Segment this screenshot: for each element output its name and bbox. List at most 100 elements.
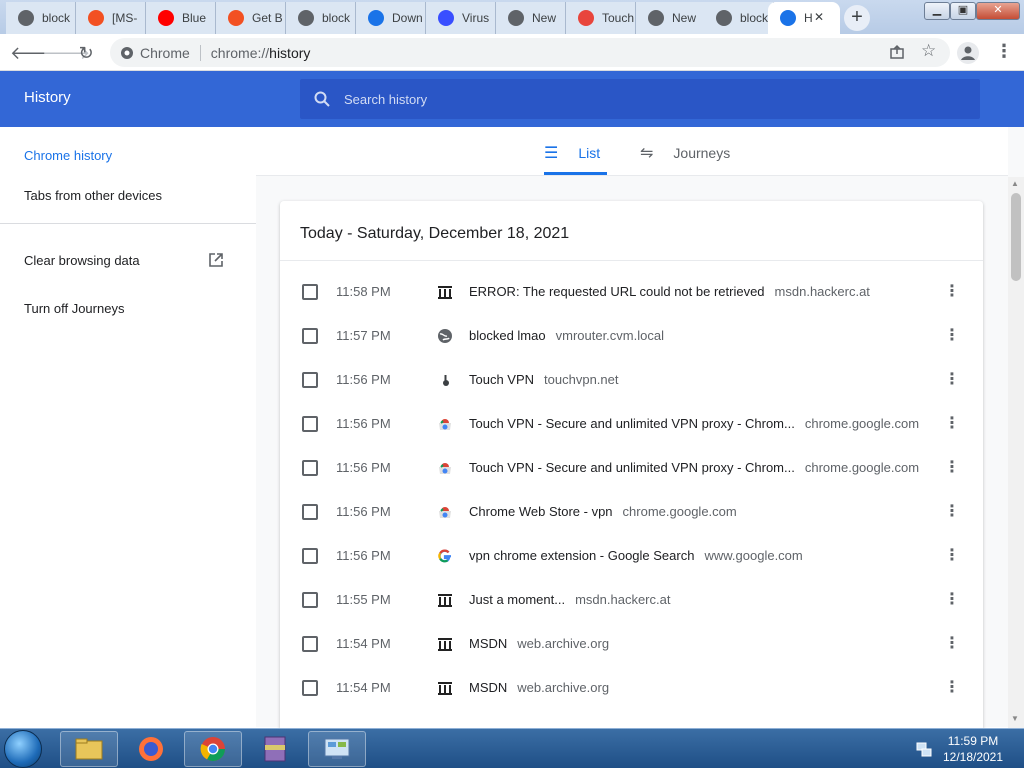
- share-icon[interactable]: [889, 44, 905, 60]
- bookmark-star-icon[interactable]: ☆: [921, 41, 936, 61]
- entry-time: 11:55 PM: [336, 592, 391, 607]
- entry-title-link[interactable]: Chrome Web Store - vpn chrome.google.com: [469, 504, 737, 519]
- taskbar-firefox[interactable]: [122, 731, 180, 767]
- entry-title-link[interactable]: Touch VPN - Secure and unlimited VPN pro…: [469, 416, 919, 431]
- taskbar-chrome[interactable]: [184, 731, 242, 767]
- open-external-icon[interactable]: [208, 252, 224, 268]
- entry-menu-icon[interactable]: ⋮: [944, 676, 960, 700]
- forward-button[interactable]: 🡒: [42, 41, 90, 65]
- browser-tab[interactable]: New: [496, 2, 566, 34]
- taskbar-control-panel[interactable]: [308, 731, 366, 767]
- start-button[interactable]: [4, 730, 42, 768]
- sidebar-item-tabs-other-devices[interactable]: Tabs from other devices: [24, 188, 162, 203]
- close-tab-icon[interactable]: ✕: [814, 10, 824, 24]
- taskbar-winrar[interactable]: [246, 731, 304, 767]
- entry-checkbox[interactable]: [302, 592, 318, 608]
- winrar-icon: [264, 736, 286, 762]
- entry-title-link[interactable]: ERROR: The requested URL could not be re…: [469, 284, 870, 299]
- scroll-up-arrow[interactable]: ▲: [1011, 179, 1019, 188]
- url-text: chrome://history: [211, 45, 311, 61]
- profile-avatar-icon[interactable]: [957, 42, 979, 64]
- tab-journeys-label: Journeys: [673, 145, 731, 161]
- history-header: History: [0, 71, 1024, 127]
- entry-title-link[interactable]: Touch VPN touchvpn.net: [469, 372, 619, 387]
- browser-tab[interactable]: New: [636, 2, 706, 34]
- history-entry-row[interactable]: 11:58 PM ERROR: The requested URL could n…: [280, 270, 983, 314]
- browser-tab[interactable]: Down: [356, 2, 426, 34]
- back-button[interactable]: 🡐: [10, 41, 58, 65]
- minimize-button[interactable]: ▁: [924, 2, 950, 20]
- entry-menu-icon[interactable]: ⋮: [944, 456, 960, 480]
- browser-tab[interactable]: block: [704, 2, 774, 34]
- entry-title: MSDN: [469, 680, 508, 695]
- entry-checkbox[interactable]: [302, 284, 318, 300]
- entry-menu-icon[interactable]: ⋮: [944, 324, 960, 348]
- sidebar-item-turn-off-journeys[interactable]: Turn off Journeys: [24, 301, 124, 316]
- browser-tab[interactable]: block: [6, 2, 76, 34]
- entry-menu-icon[interactable]: ⋮: [944, 588, 960, 612]
- history-entry-row[interactable]: 11:54 PM MSDN web.archive.org ⋮: [280, 666, 983, 710]
- history-entry-row[interactable]: 11:56 PM Touch VPN - Secure and unlimited…: [280, 446, 983, 490]
- browser-tab[interactable]: [MS-: [76, 2, 146, 34]
- browser-tab[interactable]: block: [286, 2, 356, 34]
- scroll-thumb[interactable]: [1011, 193, 1021, 281]
- entry-checkbox[interactable]: [302, 460, 318, 476]
- sidebar-item-chrome-history[interactable]: Chrome history: [24, 148, 112, 163]
- entry-title-link[interactable]: Just a moment... msdn.hackerc.at: [469, 592, 670, 607]
- browser-tab-label: block: [740, 11, 769, 25]
- archive-icon: [437, 680, 453, 696]
- firefox-icon: [139, 737, 163, 761]
- entry-title-link[interactable]: MSDN web.archive.org: [469, 680, 609, 695]
- entry-menu-icon[interactable]: ⋮: [944, 368, 960, 392]
- entry-menu-icon[interactable]: ⋮: [944, 280, 960, 304]
- new-tab-button[interactable]: +: [844, 5, 870, 31]
- entry-title-link[interactable]: blocked lmao vmrouter.cvm.local: [469, 328, 664, 343]
- entry-title-link[interactable]: MSDN web.archive.org: [469, 636, 609, 651]
- browser-tab[interactable]: Blue: [146, 2, 216, 34]
- browser-tab[interactable]: Touch: [566, 2, 636, 34]
- entry-checkbox[interactable]: [302, 548, 318, 564]
- page-scrollbar[interactable]: ▲ ▼: [1008, 177, 1024, 728]
- search-box[interactable]: [300, 79, 980, 119]
- network-icon[interactable]: [916, 741, 932, 757]
- browser-tab[interactable]: H ✕: [768, 2, 840, 34]
- menu-kebab-icon[interactable]: ⋮: [995, 41, 1013, 62]
- entry-menu-icon[interactable]: ⋮: [944, 412, 960, 436]
- entry-menu-icon[interactable]: ⋮: [944, 544, 960, 568]
- search-input[interactable]: [344, 91, 904, 107]
- history-entry-row[interactable]: 11:54 PM MSDN web.archive.org ⋮: [280, 622, 983, 666]
- sidebar: Chrome history Tabs from other devices C…: [0, 127, 256, 727]
- entry-menu-icon[interactable]: ⋮: [944, 500, 960, 524]
- entry-checkbox[interactable]: [302, 504, 318, 520]
- address-bar[interactable]: Chrome chrome://history: [110, 38, 950, 67]
- entry-title-link[interactable]: Touch VPN - Secure and unlimited VPN pro…: [469, 460, 919, 475]
- entry-checkbox[interactable]: [302, 636, 318, 652]
- tab-journeys[interactable]: ⇋ Journeys: [640, 143, 730, 163]
- entry-menu-icon[interactable]: ⋮: [944, 632, 960, 656]
- history-entry-row[interactable]: 11:56 PM Touch VPN touchvpn.net ⋮: [280, 358, 983, 402]
- browser-tab[interactable]: Get B: [216, 2, 286, 34]
- youtube-icon: [158, 10, 174, 26]
- system-clock[interactable]: 11:59 PM 12/18/2021: [940, 733, 1006, 765]
- window-close-button[interactable]: ✕: [976, 2, 1020, 20]
- tab-list[interactable]: ☰ List: [544, 143, 600, 163]
- entry-checkbox[interactable]: [302, 372, 318, 388]
- entry-time: 11:54 PM: [336, 680, 391, 695]
- browser-tab[interactable]: Virus: [426, 2, 496, 34]
- entry-title-link[interactable]: vpn chrome extension - Google Search www.…: [469, 548, 803, 563]
- history-entry-row[interactable]: 11:57 PM blocked lmao vmrouter.cvm.local ⋮: [280, 314, 983, 358]
- chrome-icon: [508, 10, 524, 26]
- entry-checkbox[interactable]: [302, 416, 318, 432]
- history-entry-row[interactable]: 11:56 PM vpn chrome extension - Google Se…: [280, 534, 983, 578]
- history-entry-row[interactable]: 11:56 PM Touch VPN - Secure and unlimited…: [280, 402, 983, 446]
- sidebar-item-clear-browsing-data[interactable]: Clear browsing data: [24, 253, 140, 268]
- chrome-icon: [121, 46, 133, 59]
- reload-button[interactable]: ↻: [74, 41, 98, 65]
- entry-checkbox[interactable]: [302, 680, 318, 696]
- history-entry-row[interactable]: 11:55 PM Just a moment... msdn.hackerc.at ⋮: [280, 578, 983, 622]
- history-entry-row[interactable]: 11:56 PM Chrome Web Store - vpn chrome.goo…: [280, 490, 983, 534]
- entry-checkbox[interactable]: [302, 328, 318, 344]
- scroll-down-arrow[interactable]: ▼: [1011, 714, 1019, 723]
- taskbar-explorer[interactable]: [60, 731, 118, 767]
- maximize-button[interactable]: ▣: [950, 2, 976, 20]
